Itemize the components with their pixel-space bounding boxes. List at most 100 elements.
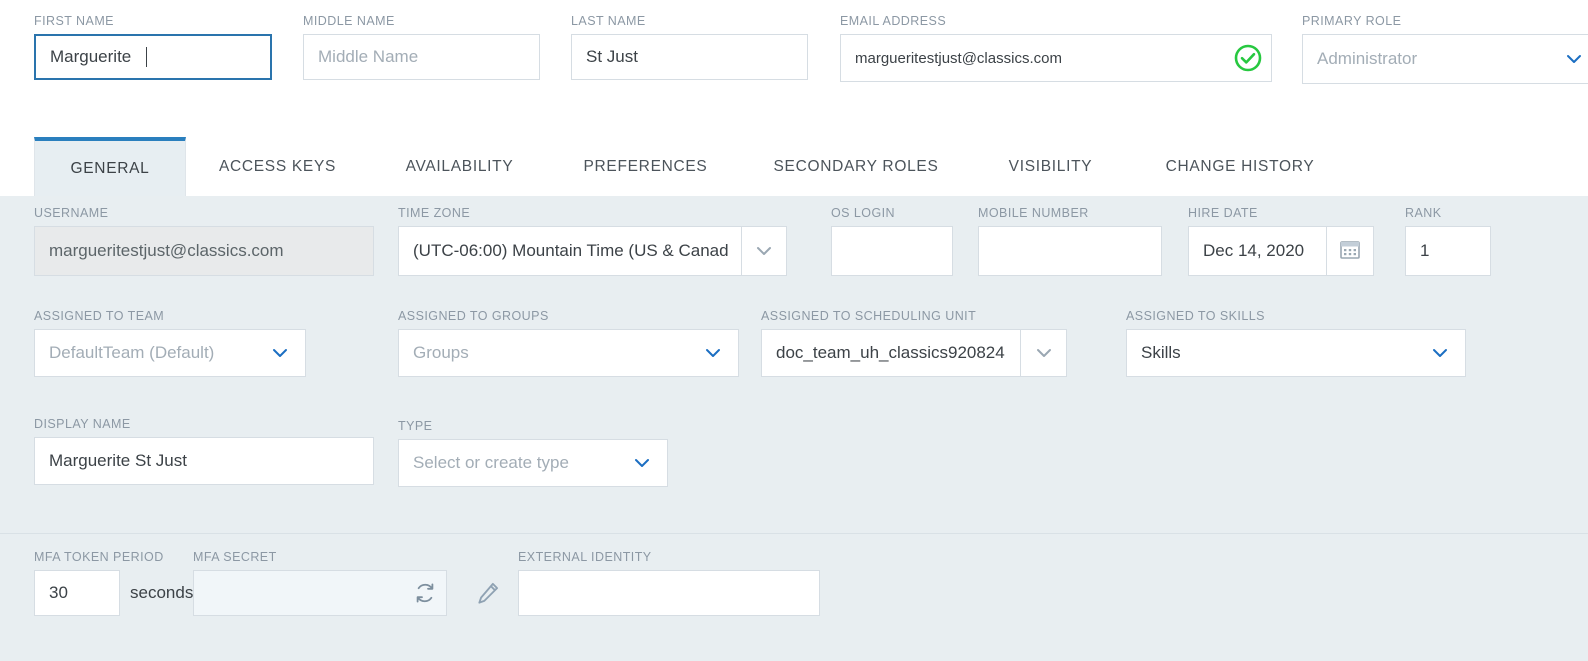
tab-preferences[interactable]: PREFERENCES xyxy=(568,137,723,196)
section-divider xyxy=(0,533,1588,534)
assigned-team-select[interactable]: DefaultTeam (Default) xyxy=(34,329,306,377)
pencil-icon[interactable] xyxy=(475,580,501,606)
primary-role-field-group: PRIMARY ROLE Administrator xyxy=(1302,14,1588,84)
mfa-secret-input[interactable] xyxy=(193,570,447,616)
chevron-down-icon xyxy=(1563,48,1585,70)
type-field-group: TYPE Select or create type xyxy=(398,419,668,487)
scheduling-unit-dropdown-button[interactable] xyxy=(1020,329,1067,377)
os-login-input[interactable] xyxy=(831,226,953,276)
primary-role-select[interactable]: Administrator xyxy=(1302,34,1588,84)
rank-label: RANK xyxy=(1405,206,1442,220)
type-value: Select or create type xyxy=(413,453,569,472)
tab-access-keys[interactable]: ACCESS KEYS xyxy=(200,137,355,196)
middle-name-input[interactable]: Middle Name xyxy=(303,34,540,80)
tab-bar: GENERAL ACCESS KEYS AVAILABILITY PREFERE… xyxy=(0,118,1588,197)
hire-date-input[interactable]: Dec 14, 2020 xyxy=(1188,226,1326,276)
scheduling-unit-label: ASSIGNED TO SCHEDULING UNIT xyxy=(761,309,977,323)
email-field-group: EMAIL ADDRESS margueritestjust@classics.… xyxy=(840,14,1272,82)
assigned-skills-field-group: ASSIGNED TO SKILLS Skills xyxy=(1126,309,1466,377)
username-field-group: USERNAME margueritestjust@classics.com xyxy=(34,206,374,276)
external-identity-label: EXTERNAL IDENTITY xyxy=(518,550,652,564)
tab-general[interactable]: GENERAL xyxy=(34,137,186,197)
tab-visibility[interactable]: VISIBILITY xyxy=(985,137,1116,196)
last-name-field-group: LAST NAME St Just xyxy=(571,14,808,80)
display-name-label: DISPLAY NAME xyxy=(34,417,131,431)
rank-input[interactable]: 1 xyxy=(1405,226,1491,276)
tab-secondary-roles[interactable]: SECONDARY ROLES xyxy=(750,137,962,196)
scheduling-unit-select[interactable]: doc_team_uh_classics920824 xyxy=(761,329,1067,377)
scheduling-unit-field-group: ASSIGNED TO SCHEDULING UNIT doc_team_uh_… xyxy=(761,309,1067,377)
time-zone-select[interactable]: (UTC-06:00) Mountain Time (US & Canad xyxy=(398,226,787,276)
time-zone-value-box[interactable]: (UTC-06:00) Mountain Time (US & Canad xyxy=(398,226,741,276)
tab-change-history[interactable]: CHANGE HISTORY xyxy=(1140,137,1340,196)
mobile-number-input[interactable] xyxy=(978,226,1162,276)
middle-name-label: MIDDLE NAME xyxy=(303,14,395,28)
hire-date-field[interactable]: Dec 14, 2020 xyxy=(1188,226,1374,276)
assigned-groups-select[interactable]: Groups xyxy=(398,329,739,377)
external-identity-input[interactable] xyxy=(518,570,820,616)
hire-date-label: HIRE DATE xyxy=(1188,206,1258,220)
primary-role-value: Administrator xyxy=(1317,49,1418,68)
chevron-down-icon xyxy=(1033,342,1055,364)
mobile-number-label: MOBILE NUMBER xyxy=(978,206,1089,220)
rank-field-group: RANK 1 xyxy=(1405,206,1491,276)
tab-availability[interactable]: AVAILABILITY xyxy=(382,137,537,196)
os-login-label: OS LOGIN xyxy=(831,206,896,220)
scheduling-unit-value: doc_team_uh_classics920824 xyxy=(776,343,1005,362)
os-login-field-group: OS LOGIN xyxy=(831,206,953,276)
tab-change-history-label: CHANGE HISTORY xyxy=(1165,157,1315,175)
email-value: margueritestjust@classics.com xyxy=(855,49,1062,67)
calendar-picker-button[interactable] xyxy=(1326,226,1374,276)
scheduling-unit-value-box[interactable]: doc_team_uh_classics920824 xyxy=(761,329,1020,377)
assigned-team-field-group: ASSIGNED TO TEAM DefaultTeam (Default) xyxy=(34,309,306,377)
type-select[interactable]: Select or create type xyxy=(398,439,668,487)
mfa-secret-label: MFA SECRET xyxy=(193,550,277,564)
chevron-down-icon xyxy=(1429,342,1451,364)
assigned-groups-value: Groups xyxy=(413,343,469,362)
first-name-value: Marguerite xyxy=(50,47,132,66)
text-cursor xyxy=(146,47,148,67)
assigned-team-label: ASSIGNED TO TEAM xyxy=(34,309,165,323)
mfa-token-period-unit: seconds xyxy=(130,583,194,602)
middle-name-field-group: MIDDLE NAME Middle Name xyxy=(303,14,540,80)
general-tab-panel: USERNAME margueritestjust@classics.com T… xyxy=(0,196,1588,661)
tab-preferences-label: PREFERENCES xyxy=(583,157,708,175)
username-input: margueritestjust@classics.com xyxy=(34,226,374,276)
last-name-label: LAST NAME xyxy=(571,14,646,28)
display-name-value: Marguerite St Just xyxy=(49,451,187,470)
assigned-team-value: DefaultTeam (Default) xyxy=(49,343,215,362)
check-circle-icon xyxy=(1225,36,1271,80)
assigned-skills-select[interactable]: Skills xyxy=(1126,329,1466,377)
email-input[interactable]: margueritestjust@classics.com xyxy=(840,34,1272,82)
hire-date-field-group: HIRE DATE Dec 14, 2020 xyxy=(1188,206,1374,276)
mfa-token-period-value: 30 xyxy=(49,583,68,602)
tab-availability-label: AVAILABILITY xyxy=(405,157,514,175)
mfa-token-period-input[interactable]: 30 xyxy=(34,570,120,616)
assigned-groups-label: ASSIGNED TO GROUPS xyxy=(398,309,549,323)
assigned-groups-field-group: ASSIGNED TO GROUPS Groups xyxy=(398,309,739,377)
tab-general-label: GENERAL xyxy=(70,160,150,177)
username-value: margueritestjust@classics.com xyxy=(49,241,284,260)
time-zone-dropdown-button[interactable] xyxy=(741,226,787,276)
tab-secondary-roles-label: SECONDARY ROLES xyxy=(773,157,939,175)
display-name-input[interactable]: Marguerite St Just xyxy=(34,437,374,485)
rank-value: 1 xyxy=(1420,241,1430,260)
username-label: USERNAME xyxy=(34,206,109,220)
time-zone-field-group: TIME ZONE (UTC-06:00) Mountain Time (US … xyxy=(398,206,787,276)
mfa-token-period-label: MFA TOKEN PERIOD xyxy=(34,550,164,564)
last-name-input[interactable]: St Just xyxy=(571,34,808,80)
display-name-field-group: DISPLAY NAME Marguerite St Just xyxy=(34,417,374,485)
refresh-icon[interactable] xyxy=(404,571,446,615)
chevron-down-icon xyxy=(631,452,653,474)
first-name-input[interactable]: Marguerite xyxy=(34,34,272,80)
tab-access-keys-label: ACCESS KEYS xyxy=(218,157,337,175)
external-identity-field-group: EXTERNAL IDENTITY xyxy=(518,550,820,616)
primary-role-label: PRIMARY ROLE xyxy=(1302,14,1402,28)
type-label: TYPE xyxy=(398,419,433,433)
time-zone-value: (UTC-06:00) Mountain Time (US & Canad xyxy=(413,241,729,260)
mobile-number-field-group: MOBILE NUMBER xyxy=(978,206,1162,276)
first-name-field-group: FIRST NAME Marguerite xyxy=(34,14,272,80)
mfa-secret-field-group: MFA SECRET xyxy=(193,550,501,616)
last-name-value: St Just xyxy=(586,47,638,66)
mfa-token-period-field-group: MFA TOKEN PERIOD 30 seconds xyxy=(34,550,197,616)
